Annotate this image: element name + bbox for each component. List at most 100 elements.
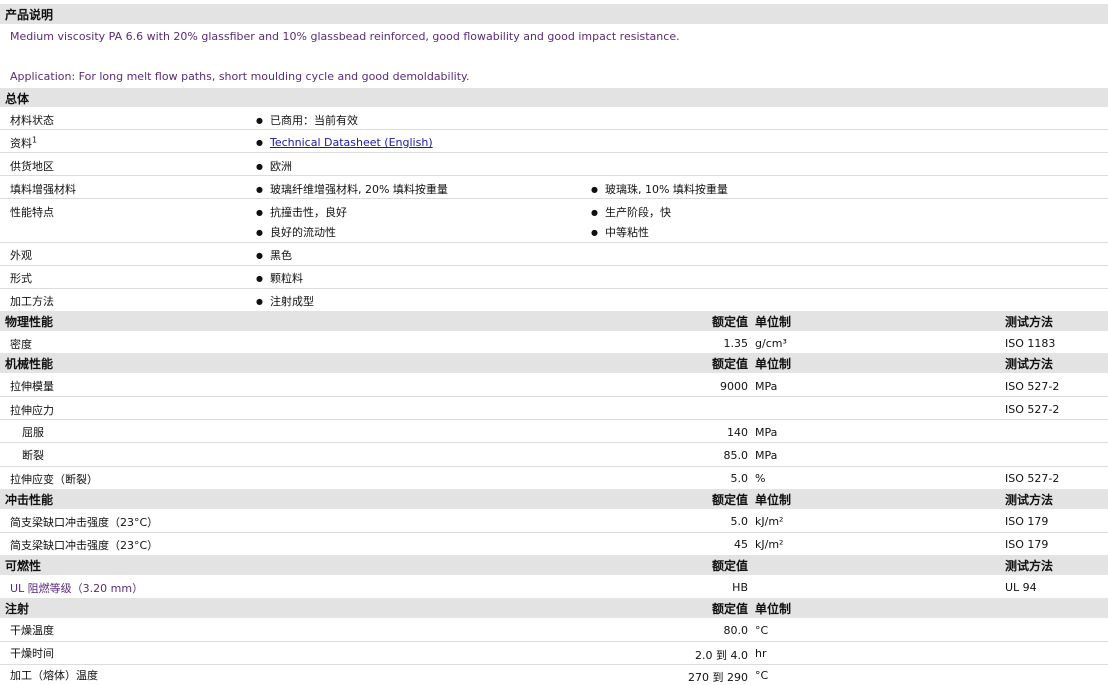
row-unit: °C: [755, 669, 769, 682]
row-value: 85.0: [723, 449, 749, 462]
section-title: 机械性能: [5, 357, 54, 371]
row-unit: hr: [755, 647, 767, 660]
section-title: 物理性能: [5, 315, 54, 329]
row-value: HB: [732, 581, 748, 594]
section-title: 注射: [5, 602, 30, 616]
list-item: 欧洲: [256, 158, 292, 174]
row-unit: MPa: [755, 449, 778, 462]
table-row: 拉伸模量 9000 MPa ISO 527-2: [0, 373, 1108, 397]
list-item: 玻璃纤维增强材料, 20% 填料按重量: [256, 181, 448, 197]
row-label: 密度: [10, 338, 32, 351]
row-value: 2.0 到 4.0: [695, 649, 748, 662]
column-header-value: 额定值: [711, 602, 748, 616]
row-label: 形式: [10, 272, 32, 285]
application-text: Application: For long melt flow paths, s…: [10, 70, 470, 83]
row-unit: kJ/m²: [755, 515, 784, 528]
row-label: 拉伸应变（断裂）: [10, 473, 98, 486]
section-title: 冲击性能: [5, 493, 54, 507]
table-row: 密度 1.35 g/cm³ ISO 1183: [0, 331, 1108, 353]
row-method: ISO 179: [1005, 538, 1049, 551]
row-unit: %: [755, 472, 766, 485]
table-row: 外观 黑色: [0, 243, 1108, 266]
row-method: ISO 179: [1005, 515, 1049, 528]
column-header-method: 测试方法: [1005, 315, 1054, 329]
table-row: 屈服 140 MPa: [0, 420, 1108, 443]
row-label: 材料状态: [10, 114, 54, 127]
table-row: 供货地区 欧洲: [0, 153, 1108, 176]
row-value: 5.0: [730, 515, 749, 528]
section-title: 产品说明: [5, 8, 54, 22]
row-label: 外观: [10, 249, 32, 262]
table-row: 干燥温度 80.0 °C: [0, 618, 1108, 642]
row-label: 供货地区: [10, 160, 54, 173]
row-method: ISO 1183: [1005, 337, 1056, 350]
row-value: 1.35: [723, 337, 749, 350]
table-row: 填料增强材料 玻璃纤维增强材料, 20% 填料按重量 玻璃珠, 10% 填料按重…: [0, 176, 1108, 199]
row-label: 简支梁缺口冲击强度（23°C）: [10, 539, 159, 552]
row-label: 屈服: [22, 426, 44, 439]
row-label: 简支梁缺口冲击强度（23°C）: [10, 516, 159, 529]
section-header-impact: 冲击性能 额定值 单位制 测试方法: [0, 489, 1108, 509]
column-header-unit: 单位制: [755, 357, 792, 371]
column-header-unit: 单位制: [755, 315, 792, 329]
row-unit: °C: [755, 624, 769, 637]
column-header-unit: 单位制: [755, 493, 792, 507]
row-unit: MPa: [755, 426, 778, 439]
list-item: Technical Datasheet (English): [256, 136, 433, 149]
row-unit: g/cm³: [755, 337, 787, 350]
section-header-injection: 注射 额定值 单位制: [0, 598, 1108, 618]
row-unit: MPa: [755, 380, 778, 393]
column-header-value: 额定值: [711, 559, 748, 573]
list-item: 中等粘性: [591, 224, 649, 240]
section-header-mechanical: 机械性能 额定值 单位制 测试方法: [0, 353, 1108, 373]
table-row: 资料1 Technical Datasheet (English): [0, 130, 1108, 153]
row-value: 140: [727, 426, 748, 439]
section-title: 可燃性: [5, 559, 42, 573]
row-label-text: 资料: [10, 137, 32, 150]
column-header-method: 测试方法: [1005, 493, 1054, 507]
table-row: 干燥时间 2.0 到 4.0 hr: [0, 642, 1108, 665]
row-label: 性能特点: [10, 206, 54, 219]
section-header-flammability: 可燃性 额定值 测试方法: [0, 555, 1108, 575]
table-row: 断裂 85.0 MPa: [0, 443, 1108, 467]
table-row: UL 阻燃等级（3.20 mm） HB UL 94: [0, 575, 1108, 598]
table-row: 简支梁缺口冲击强度（23°C） 5.0 kJ/m² ISO 179: [0, 509, 1108, 533]
row-method: ISO 527-2: [1005, 380, 1060, 393]
list-item: 已商用：当前有效: [256, 112, 358, 128]
table-row: 性能特点 抗撞击性，良好 生产阶段，快 良好的流动性 中等粘性: [0, 199, 1108, 243]
list-item: 颗粒料: [256, 270, 303, 286]
table-row: 简支梁缺口冲击强度（23°C） 45 kJ/m² ISO 179: [0, 533, 1108, 555]
technical-datasheet-link[interactable]: Technical Datasheet (English): [270, 136, 433, 149]
column-header-value: 额定值: [711, 357, 748, 371]
section-header-general: 总体: [0, 88, 1108, 107]
row-label: 断裂: [22, 449, 44, 462]
row-value: 5.0: [730, 472, 749, 485]
row-label: 干燥温度: [10, 624, 54, 637]
row-method: ISO 527-2: [1005, 472, 1060, 485]
list-item: 抗撞击性，良好: [256, 204, 347, 220]
list-item: 黑色: [256, 247, 292, 263]
row-label: 干燥时间: [10, 647, 54, 660]
row-label: 加工方法: [10, 295, 54, 308]
row-method: ISO 527-2: [1005, 403, 1060, 416]
column-header-value: 额定值: [711, 493, 748, 507]
section-header-product-description: 产品说明: [0, 4, 1108, 24]
table-row: 加工方法 注射成型: [0, 289, 1108, 311]
table-row: 拉伸应变（断裂） 5.0 % ISO 527-2: [0, 467, 1108, 489]
product-description-body: Medium viscosity PA 6.6 with 20% glassfi…: [0, 24, 1108, 88]
table-row: 拉伸应力 ISO 527-2: [0, 397, 1108, 420]
list-item: 玻璃珠, 10% 填料按重量: [591, 181, 728, 197]
row-label: 拉伸模量: [10, 380, 54, 393]
table-row: 加工（熔体）温度 270 到 290 °C: [0, 665, 1108, 684]
row-value: 45: [734, 538, 748, 551]
row-label: 填料增强材料: [10, 183, 76, 196]
column-header-value: 额定值: [711, 315, 748, 329]
row-unit: kJ/m²: [755, 538, 784, 551]
section-header-physical: 物理性能 额定值 单位制 测试方法: [0, 311, 1108, 331]
row-label: 拉伸应力: [10, 404, 54, 417]
row-label: 资料1: [10, 135, 37, 151]
section-title: 总体: [5, 92, 30, 106]
column-header-method: 测试方法: [1005, 559, 1054, 573]
row-value: 9000: [720, 380, 748, 393]
column-header-method: 测试方法: [1005, 357, 1054, 371]
